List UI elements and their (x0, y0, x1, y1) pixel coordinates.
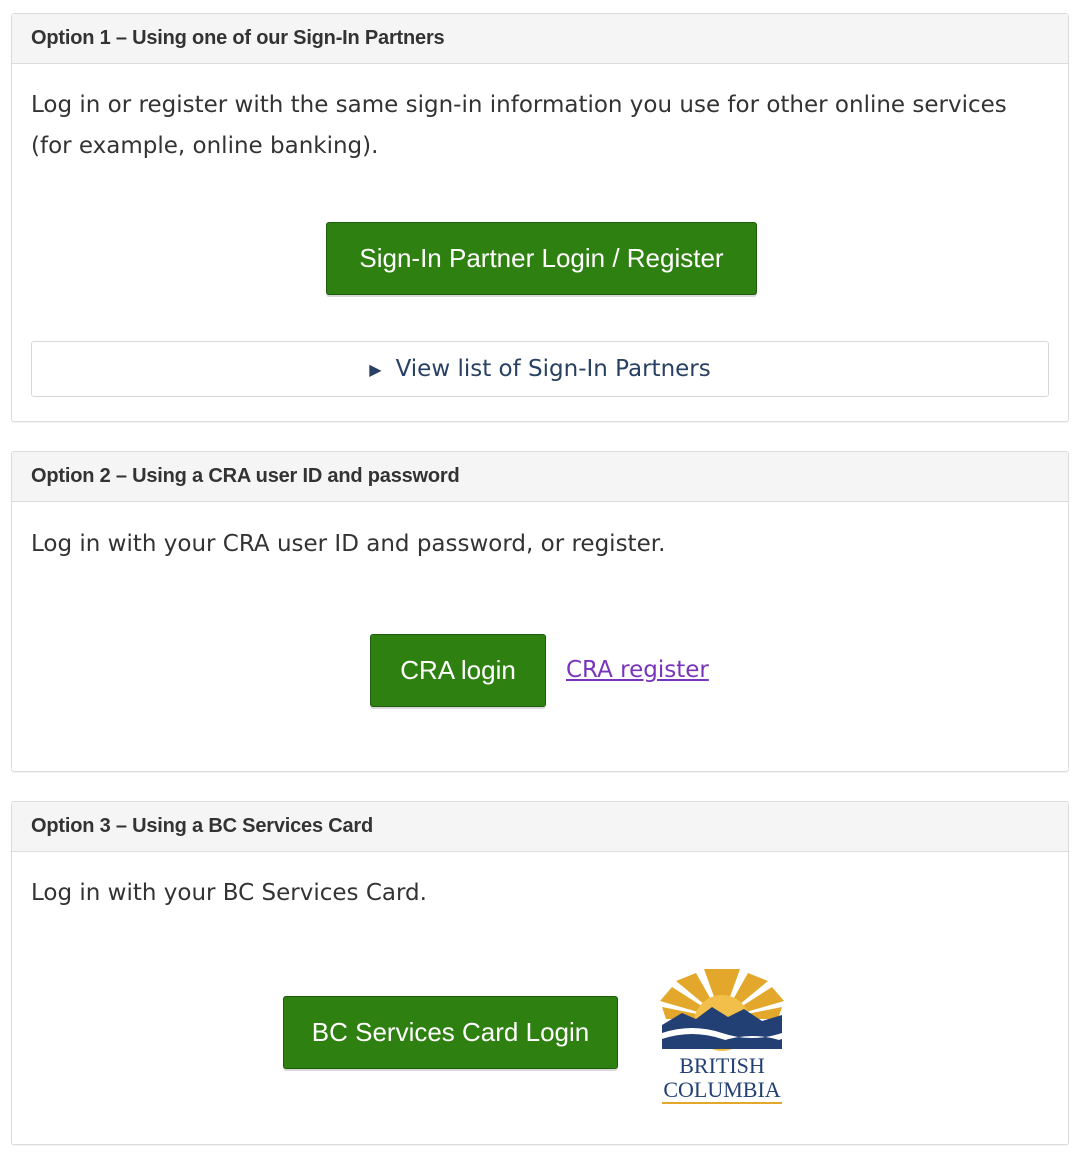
option2-panel: Option 2 – Using a CRA user ID and passw… (11, 451, 1069, 772)
triangle-right-icon: ▶ (369, 359, 382, 379)
logo-line1: BRITISH (679, 1053, 765, 1078)
option3-description: Log in with your BC Services Card. (31, 880, 427, 906)
cra-register-link[interactable]: CRA register (566, 657, 709, 683)
option3-heading: Option 3 – Using a BC Services Card (12, 802, 1068, 852)
sign-in-partners-details-toggle[interactable]: ▶ View list of Sign-In Partners (31, 341, 1049, 397)
british-columbia-logo-icon: BRITISH COLUMBIA (660, 969, 784, 1104)
option1-panel: Option 1 – Using one of our Sign-In Part… (11, 13, 1069, 422)
option1-description: Log in or register with the same sign-in… (31, 92, 1007, 159)
details-label: View list of Sign-In Partners (395, 356, 711, 382)
option2-heading: Option 2 – Using a CRA user ID and passw… (12, 452, 1068, 502)
option3-panel: Option 3 – Using a BC Services Card Log … (11, 801, 1069, 1145)
cra-login-button[interactable]: CRA login (370, 634, 546, 707)
option2-description: Log in with your CRA user ID and passwor… (31, 531, 666, 557)
british-columbia-logo: BRITISH COLUMBIA (646, 967, 798, 1107)
bc-services-card-login-button[interactable]: BC Services Card Login (283, 996, 618, 1069)
logo-line2: COLUMBIA (663, 1077, 780, 1102)
sign-in-partner-button[interactable]: Sign-In Partner Login / Register (326, 222, 757, 295)
option1-heading: Option 1 – Using one of our Sign-In Part… (12, 14, 1068, 64)
